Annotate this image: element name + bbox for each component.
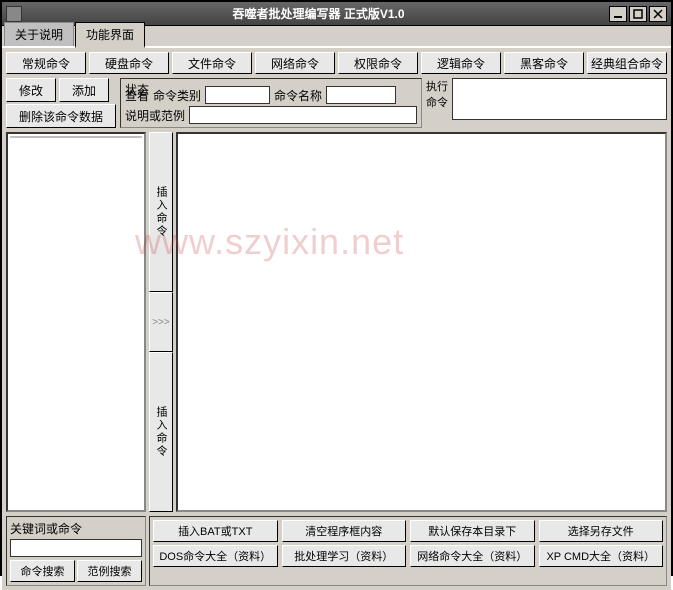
cmd-name-input[interactable] [326,86,396,104]
minimize-button[interactable] [609,6,627,22]
search-cmd-button[interactable]: 命令搜索 [10,560,75,582]
window-title: 吞噬者批处理编写器 正式版V1.0 [28,5,609,22]
cmd-name-label: 命令名称 [274,87,322,104]
clear-editor-button[interactable]: 清空程序框内容 [282,520,407,542]
keyword-label: 关键词或命令 [10,520,142,537]
insert-bat-txt-button[interactable]: 插入BAT或TXT [153,520,278,542]
cmd-type-label: 命令类别 [153,87,201,104]
cat-permission[interactable]: 权限命令 [338,52,418,74]
keyword-input[interactable] [10,539,142,557]
cat-file[interactable]: 文件命令 [172,52,252,74]
dos-ref-button[interactable]: DOS命令大全（资料） [153,545,278,567]
insert-cmd-bottom[interactable]: 插入命令 [149,352,173,512]
close-button[interactable] [649,6,667,22]
tab-function[interactable]: 功能界面 [75,22,145,48]
net-ref-button[interactable]: 网络命令大全（资料） [410,545,535,567]
exec-label-1: 执行 [426,78,448,94]
cat-logic[interactable]: 逻辑命令 [421,52,501,74]
cat-general[interactable]: 常规命令 [6,52,86,74]
desc-label: 说明或范例 [125,107,185,124]
save-default-button[interactable]: 默认保存本目录下 [410,520,535,542]
modify-button[interactable]: 修改 [6,78,56,102]
app-icon [6,6,22,22]
delete-button[interactable]: 删除该命令数据 [6,104,116,128]
tab-about[interactable]: 关于说明 [4,22,74,46]
add-button[interactable]: 添加 [59,78,109,102]
batch-learn-button[interactable]: 批处理学习（资料） [282,545,407,567]
search-example-button[interactable]: 范例搜索 [77,560,142,582]
cat-combo[interactable]: 经典组合命令 [587,52,667,74]
maximize-button[interactable] [629,6,647,22]
xpcmd-ref-button[interactable]: XP CMD大全（资料） [539,545,664,567]
save-as-button[interactable]: 选择另存文件 [539,520,664,542]
insert-cmd-top[interactable]: 插入命令 [149,132,173,292]
tab-row: 关于说明 功能界面 [2,26,671,48]
cat-network[interactable]: 网络命令 [255,52,335,74]
cat-disk[interactable]: 硬盘命令 [89,52,169,74]
tree-item[interactable] [10,138,142,140]
command-tree[interactable] [6,132,146,512]
cat-hacker[interactable]: 黑客命令 [504,52,584,74]
status-panel: 状态 查看 命令类别 命令名称 说明或范例 [120,78,422,128]
insert-arrow: >>> [149,292,173,352]
exec-textarea[interactable] [452,78,667,120]
cmd-type-input[interactable] [205,86,270,104]
view-label: 查看 [125,87,149,104]
exec-label-2: 命令 [426,94,448,110]
script-editor[interactable] [176,132,667,512]
desc-input[interactable] [189,106,417,124]
category-row: 常规命令 硬盘命令 文件命令 网络命令 权限命令 逻辑命令 黑客命令 经典组合命… [6,52,667,74]
